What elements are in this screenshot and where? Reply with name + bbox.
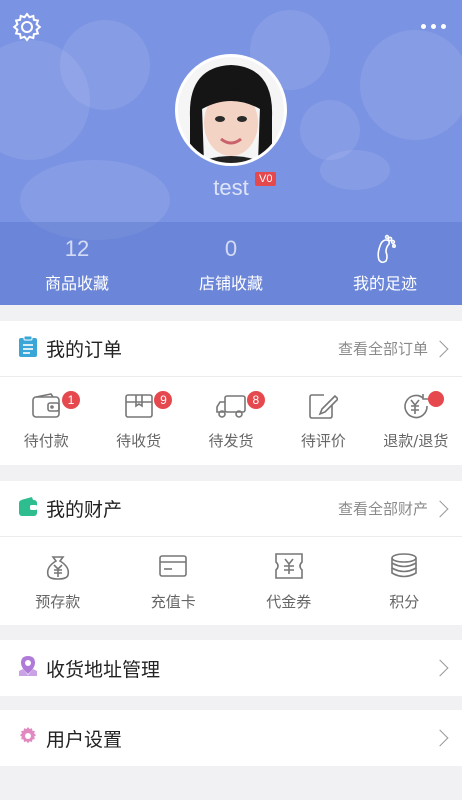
asset-label: 预存款	[35, 592, 81, 611]
card-icon	[158, 551, 188, 585]
settings-icon	[18, 726, 38, 750]
asset-recharge-card[interactable]: 充值卡	[116, 537, 232, 625]
stat-footprints[interactable]: 我的足迹	[308, 222, 462, 305]
edit-icon	[308, 392, 340, 424]
background-bubble	[360, 30, 462, 140]
order-refund-return[interactable]: 退款/退货	[370, 377, 462, 465]
asset-voucher[interactable]: 代金券	[231, 537, 347, 625]
order-status-label: 退款/退货	[383, 431, 449, 450]
profile-header: test V0 12 商品收藏 0 店铺收藏 我的足迹	[0, 0, 462, 305]
orders-header[interactable]: 我的订单 查看全部订单	[0, 321, 462, 377]
address-management-title: 收货地址管理	[46, 658, 161, 681]
voucher-icon	[274, 551, 304, 585]
assets-header[interactable]: 我的财产 查看全部财产	[0, 481, 462, 537]
order-status-grid: 1 待付款 9 待收货 8 待发货 待评价 退款/退货	[0, 377, 462, 465]
stat-label: 店铺收藏	[198, 273, 263, 293]
truck-icon	[215, 392, 247, 424]
username: test	[213, 175, 249, 200]
asset-points[interactable]: 积分	[347, 537, 462, 625]
chevron-right-icon	[431, 659, 449, 677]
view-all-assets-link[interactable]: 查看全部财产	[338, 498, 428, 519]
orders-title: 我的订单	[46, 339, 123, 361]
stat-label: 我的足迹	[352, 273, 417, 293]
location-icon	[18, 655, 38, 681]
assets-title: 我的财产	[46, 499, 123, 521]
chevron-right-icon	[431, 340, 449, 357]
asset-prepaid[interactable]: 预存款	[0, 537, 116, 625]
asset-label: 充值卡	[150, 592, 196, 611]
order-status-label: 待评价	[300, 431, 346, 450]
clipboard-icon	[18, 335, 38, 362]
orders-card: 我的订单 查看全部订单 1 待付款 9 待收货 8 待发货 待评价 退款/退货	[0, 321, 462, 465]
chevron-right-icon	[431, 729, 449, 747]
level-badge: V0	[255, 172, 277, 186]
notification-dot	[427, 391, 444, 407]
background-bubble	[60, 20, 150, 110]
stat-product-favorites[interactable]: 12 商品收藏	[0, 222, 154, 305]
assets-grid: 预存款 充值卡 代金券 积分	[0, 537, 462, 625]
footprint-icon	[373, 234, 397, 264]
order-pending-payment[interactable]: 1 待付款	[0, 377, 92, 465]
order-pending-review[interactable]: 待评价	[277, 377, 369, 465]
chevron-right-icon	[431, 500, 449, 517]
wallet-green-icon	[18, 496, 38, 521]
asset-label: 积分	[389, 592, 420, 611]
more-icon[interactable]	[416, 16, 450, 36]
user-settings-row[interactable]: 用户设置	[0, 710, 462, 766]
count-badge: 8	[246, 391, 265, 409]
avatar[interactable]	[175, 54, 287, 166]
coins-icon	[389, 551, 419, 585]
order-status-label: 待付款	[23, 431, 69, 450]
stat-store-favorites[interactable]: 0 店铺收藏	[154, 222, 308, 305]
count-badge: 1	[62, 391, 80, 409]
package-icon	[124, 392, 154, 424]
user-settings-title: 用户设置	[46, 728, 123, 751]
view-all-orders-link[interactable]: 查看全部订单	[338, 338, 428, 359]
order-status-label: 待发货	[208, 431, 254, 450]
stats-bar: 12 商品收藏 0 店铺收藏 我的足迹	[0, 222, 462, 305]
order-status-label: 待收货	[116, 431, 162, 450]
stat-label: 商品收藏	[44, 273, 109, 293]
address-management-row[interactable]: 收货地址管理	[0, 640, 462, 696]
assets-card: 我的财产 查看全部财产 预存款 充值卡 代金券 积分	[0, 481, 462, 625]
refund-icon	[401, 392, 431, 424]
stat-value: 0	[224, 235, 238, 261]
order-pending-shipment[interactable]: 8 待发货	[185, 377, 277, 465]
order-pending-receipt[interactable]: 9 待收货	[92, 377, 184, 465]
gear-icon[interactable]	[10, 10, 44, 44]
wallet-icon	[31, 392, 61, 424]
asset-label: 代金券	[266, 592, 312, 611]
money-bag-icon	[43, 551, 73, 585]
count-badge: 9	[154, 391, 173, 409]
stat-value: 12	[64, 235, 90, 261]
